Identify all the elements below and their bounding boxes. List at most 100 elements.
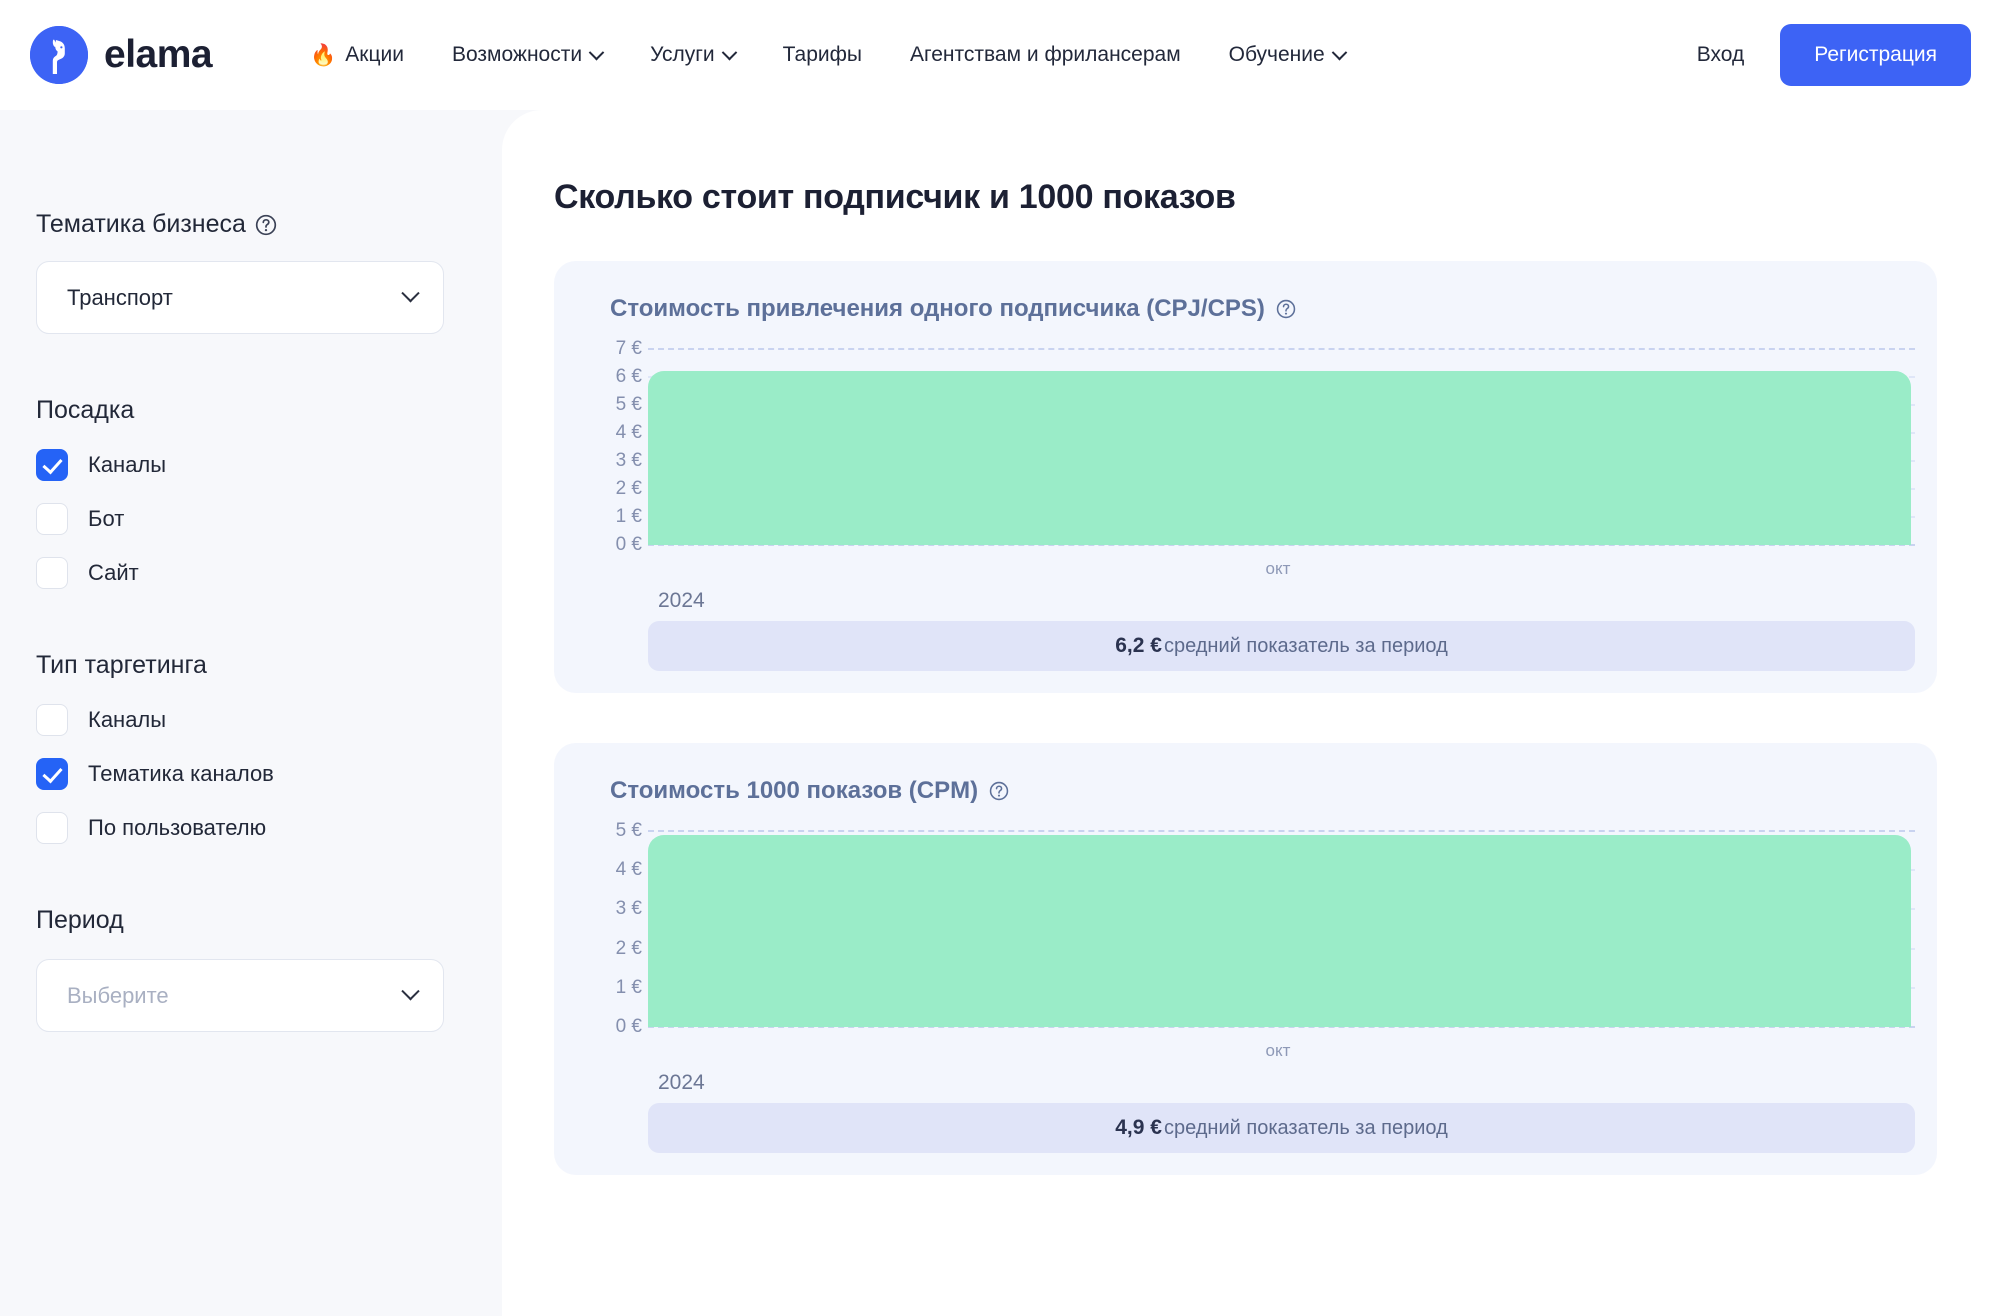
targeting-group-title: Тип таргетинга (36, 651, 207, 679)
checkbox-landing-bot[interactable] (36, 503, 68, 535)
question-circle-icon[interactable] (255, 214, 277, 236)
average-value: 4,9 € (1115, 1116, 1162, 1139)
area-series-fill (648, 834, 1911, 1027)
period-group-title: Период (36, 906, 124, 934)
y-tick-label: 3 € (615, 450, 642, 471)
question-circle-icon[interactable] (989, 781, 1009, 801)
y-tick-label: 1 € (615, 976, 642, 998)
checkbox-landing-sait[interactable] (36, 557, 68, 589)
landing-group-title: Посадка (36, 396, 135, 424)
chart-title-row: Стоимость привлечения одного подписчика … (610, 295, 1915, 323)
y-tick-label: 5 € (615, 394, 642, 415)
header-actions: Вход Регистрация (1687, 24, 1971, 86)
period-select[interactable]: Выберите (36, 959, 444, 1032)
chart-card-cpm: Стоимость 1000 показов (CPM) 5 € 4 € 3 € 2 … (554, 743, 1937, 1175)
nav-item-vozmozhnosti[interactable]: Возможности (428, 33, 626, 77)
y-tick-label: 2 € (615, 478, 642, 499)
chart-title: Стоимость привлечения одного подписчика … (610, 295, 1265, 322)
fire-icon: 🔥 (310, 43, 337, 67)
nav-item-agentstvam[interactable]: Агентствам и фрилансерам (886, 33, 1205, 77)
signup-button[interactable]: Регистрация (1780, 24, 1971, 86)
area-series-fill (648, 371, 1911, 545)
checkbox-row-targeting-po-polzovatelyu[interactable]: По пользователю (36, 812, 502, 844)
checkbox-row-landing-kanaly[interactable]: Каналы (36, 449, 502, 481)
nav-item-label: Тарифы (782, 43, 863, 66)
gridline (648, 830, 1915, 832)
nav-item-label: Возможности (451, 43, 583, 66)
y-tick-label: 2 € (615, 937, 642, 959)
nav-item-label: Обучение (1228, 43, 1325, 66)
chevron-down-icon (1331, 44, 1347, 60)
page-title: Сколько стоит подписчик и 1000 показов (554, 178, 1236, 216)
chart-plot-wrap-1: 7 € 6 € 5 € 4 € 3 € 2 € 1 € 0 € окт 2024 6,2 € … (576, 338, 1915, 671)
checkbox-label: Каналы (88, 707, 167, 732)
x-tick-month-1: окт (1265, 559, 1291, 578)
checkbox-label: Бот (88, 506, 125, 531)
checkbox-label: По пользователю (88, 815, 267, 840)
y-tick-label: 4 € (615, 859, 642, 881)
y-tick-label: 0 € (615, 534, 642, 555)
chevron-down-icon (401, 284, 420, 303)
x-tick-month-2: окт (1265, 1041, 1291, 1060)
business-topic-label: Тематика бизнеса (36, 210, 502, 239)
landing-filter-group: Посадка Каналы Бот Сайт (36, 396, 502, 589)
checkbox-row-targeting-tematika[interactable]: Тематика каналов (36, 758, 502, 790)
checkbox-label: Сайт (88, 560, 139, 585)
gridline (648, 348, 1915, 350)
brand-logo[interactable]: elama (30, 26, 213, 84)
nav-item-uslugi[interactable]: Услуги (626, 33, 759, 77)
checkbox-landing-kanaly[interactable] (36, 449, 68, 481)
brand-name: elama (104, 33, 213, 76)
x-axis-zone-1: окт 2024 (648, 545, 1915, 621)
y-tick-label: 1 € (615, 506, 642, 527)
x-tick-year-1: 2024 (658, 589, 705, 612)
checkbox-label: Каналы (88, 452, 167, 477)
y-tick-label: 5 € (615, 820, 642, 841)
chart-card-cpj-cps: Стоимость привлечения одного подписчика … (554, 261, 1937, 693)
y-tick-label: 3 € (615, 898, 642, 920)
page-body: Тематика бизнеса Транспорт Посадка Канал… (0, 110, 1999, 1316)
nav-item-label: Акции (345, 43, 404, 66)
average-label: средний показатель за период (1163, 634, 1448, 657)
chart-title: Стоимость 1000 показов (CPM) (610, 777, 979, 804)
chevron-down-icon (401, 982, 420, 1001)
y-tick-label: 6 € (615, 366, 642, 387)
llama-logo-icon (30, 26, 88, 84)
business-topic-label-text: Тематика бизнеса (36, 210, 246, 238)
checkbox-row-landing-sait[interactable]: Сайт (36, 557, 502, 589)
chevron-down-icon (721, 44, 737, 60)
average-label: средний показатель за период (1163, 1116, 1448, 1139)
question-circle-icon[interactable] (1276, 299, 1296, 319)
main-navigation: 🔥 Акции Возможности Услуги Тарифы Агентс… (286, 33, 1687, 77)
checkbox-targeting-kanaly[interactable] (36, 704, 68, 736)
y-axis-1: 7 € 6 € 5 € 4 € 3 € 2 € 1 € 0 € (576, 338, 642, 555)
average-indicator-2: 4,9 € средний показатель за период (648, 1103, 1915, 1153)
site-header: elama 🔥 Акции Возможности Услуги Тарифы … (0, 0, 1999, 110)
period-filter-group: Период Выберите (36, 906, 502, 1032)
login-link[interactable]: Вход (1687, 35, 1755, 75)
period-value: Выберите (67, 982, 169, 1008)
chart-plot-area-1: 7 € 6 € 5 € 4 € 3 € 2 € 1 € 0 € (616, 338, 1915, 555)
average-value: 6,2 € (1115, 634, 1162, 657)
chart-plot-area-2: 5 € 4 € 3 € 2 € 1 € 0 € (616, 820, 1915, 1037)
business-topic-select[interactable]: Транспорт (36, 261, 444, 334)
nav-item-tarify[interactable]: Тарифы (759, 33, 886, 77)
x-axis-zone-2: окт 2024 (648, 1027, 1915, 1103)
chart-title-row: Стоимость 1000 показов (CPM) (610, 777, 1915, 805)
nav-item-label: Услуги (650, 43, 715, 66)
nav-item-label: Агентствам и фрилансерам (910, 43, 1181, 66)
nav-item-obuchenie[interactable]: Обучение (1205, 33, 1369, 77)
checkbox-row-landing-bot[interactable]: Бот (36, 503, 502, 535)
checkbox-targeting-po-polzovatelyu[interactable] (36, 812, 68, 844)
business-topic-value: Транспорт (67, 284, 173, 310)
checkbox-targeting-tematika[interactable] (36, 758, 68, 790)
filters-sidebar: Тематика бизнеса Транспорт Посадка Канал… (0, 110, 502, 1316)
chart-plot-wrap-2: 5 € 4 € 3 € 2 € 1 € 0 € окт 2024 4,9 € средни… (576, 820, 1915, 1153)
y-tick-label: 4 € (615, 422, 642, 443)
y-axis-2: 5 € 4 € 3 € 2 € 1 € 0 € (576, 820, 642, 1037)
nav-item-akcii[interactable]: 🔥 Акции (286, 33, 428, 77)
average-indicator-1: 6,2 € средний показатель за период (648, 621, 1915, 671)
chevron-down-icon (588, 44, 605, 60)
y-tick-label: 7 € (615, 338, 642, 359)
checkbox-row-targeting-kanaly[interactable]: Каналы (36, 704, 502, 736)
